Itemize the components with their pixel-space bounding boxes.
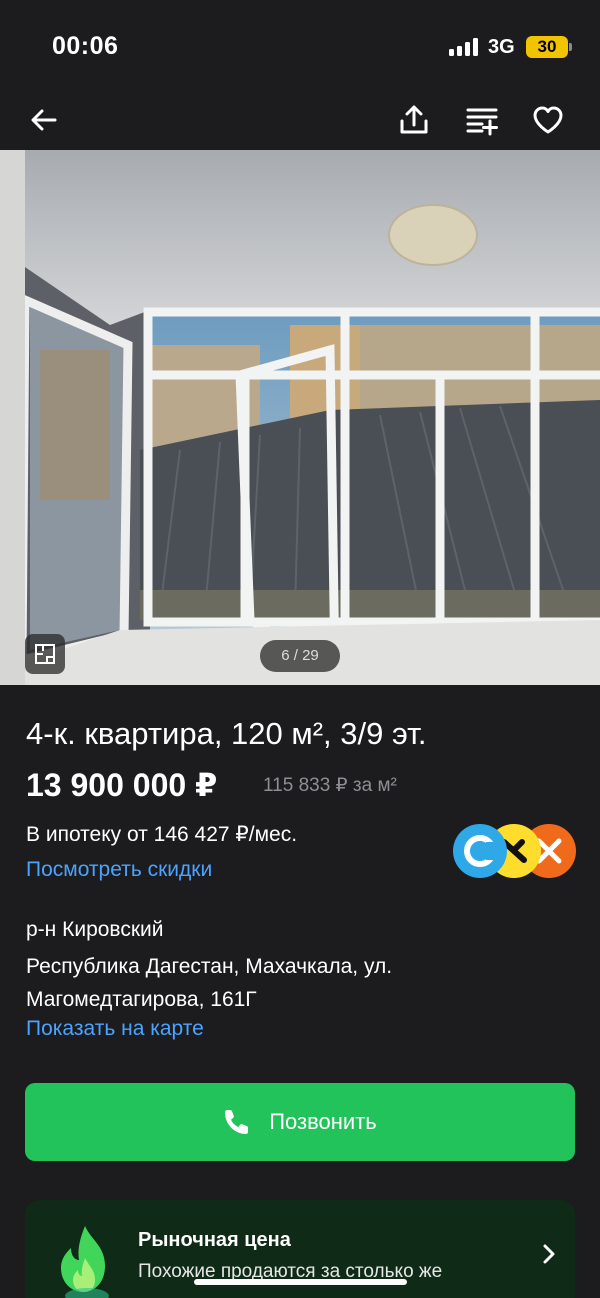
discounts-link[interactable]: Посмотреть скидки xyxy=(26,858,212,882)
network-type: 3G xyxy=(488,36,515,58)
back-arrow-icon xyxy=(31,109,57,131)
signal-icon xyxy=(449,38,478,56)
compare-button[interactable] xyxy=(458,96,506,144)
top-toolbar xyxy=(0,90,600,150)
compare-icon xyxy=(466,108,498,136)
home-indicator[interactable] xyxy=(194,1279,407,1285)
mortgage-info: В ипотеку от 146 427 ₽/мес. xyxy=(26,823,298,846)
listing-title: 4-к. квартира, 120 м², 3/9 эт. xyxy=(26,716,427,751)
flame-icon xyxy=(61,1226,109,1298)
back-button[interactable] xyxy=(20,96,68,144)
phone-icon xyxy=(225,1110,249,1134)
listing-photo xyxy=(0,150,600,685)
favorite-button[interactable] xyxy=(524,96,572,144)
address: Республика Дагестан, Махачкала, ул. Маго… xyxy=(26,955,393,1011)
show-on-map-link[interactable]: Показать на карте xyxy=(26,1017,204,1041)
listing-price: 13 900 000 ₽ xyxy=(26,767,218,803)
photo-counter: 6 / 29 xyxy=(260,640,340,672)
district: р-н Кировский xyxy=(26,918,164,941)
market-price-title: Рыночная цена xyxy=(138,1229,291,1251)
status-bar: 00:06 3G 30 xyxy=(0,0,600,90)
heart-icon xyxy=(533,106,563,134)
chevron-right-icon xyxy=(543,1244,555,1264)
share-button[interactable] xyxy=(390,96,438,144)
clock: 00:06 xyxy=(52,32,119,60)
floor-plan-button[interactable] xyxy=(25,634,65,674)
call-button-label: Позвонить xyxy=(269,1109,377,1134)
floor-plan-icon xyxy=(35,644,55,664)
price-per-m2: 115 833 ₽ за м² xyxy=(263,775,397,796)
photo-gallery[interactable]: 6 / 29 xyxy=(0,150,600,685)
share-icon xyxy=(400,105,428,134)
bank-logos[interactable] xyxy=(452,820,576,882)
battery-icon: 30 xyxy=(526,36,572,58)
call-button[interactable]: Позвонить xyxy=(25,1083,575,1161)
